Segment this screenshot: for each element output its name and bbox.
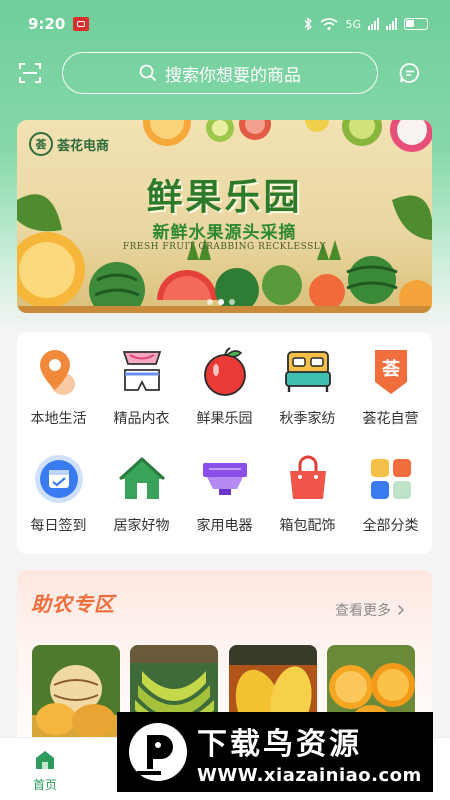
location-pin-icon: [39, 350, 75, 395]
category-label: 每日签到: [30, 518, 87, 534]
message-icon[interactable]: [398, 61, 422, 85]
see-more-label: 查看更多: [335, 603, 391, 619]
category-local-life[interactable]: 本地生活: [17, 332, 100, 432]
wifi-icon: [320, 18, 338, 31]
notification-app-icon: [73, 17, 90, 31]
banner-title: 鲜果乐园: [146, 177, 303, 218]
watermark-bird-logo: [129, 723, 187, 781]
nav-home[interactable]: 首页: [0, 738, 90, 800]
watermark-overlay: 下载鸟资源 WWW.xiazainiao.com: [117, 712, 433, 792]
signal-icon: [368, 18, 379, 30]
category-label: 荟花自营: [362, 411, 419, 427]
category-home-goods[interactable]: 居家好物: [100, 439, 183, 539]
category-label: 全部分类: [362, 518, 419, 534]
category-label: 本地生活: [30, 411, 87, 427]
search-placeholder: 搜索你想要的商品: [165, 65, 301, 86]
banner-dot: [207, 299, 213, 305]
watermark-title: 下载鸟资源: [197, 726, 362, 762]
signal-icon-secondary: [386, 18, 397, 30]
category-label: 精品内衣: [113, 411, 170, 427]
search-input[interactable]: 搜索你想要的商品: [62, 52, 378, 94]
watermark-url: WWW.xiazainiao.com: [197, 764, 422, 786]
underwear-icon: [122, 351, 161, 391]
category-bedding[interactable]: 秋季家纺: [266, 332, 349, 432]
bluetooth-icon: [304, 17, 313, 31]
status-time: 9:20: [28, 15, 66, 33]
handbag-icon: [289, 455, 326, 499]
banner-dot: [229, 299, 235, 305]
category-self-operated[interactable]: 荟 荟花自营: [349, 332, 432, 432]
category-grid: 本地生活 精品内衣 鲜果乐园 秋季家纺 荟 荟花自营 每日签到 居家好物 家用电…: [17, 332, 432, 554]
bed-icon: [284, 351, 331, 392]
category-label: 居家好物: [113, 518, 170, 534]
banner-english-tagline: FRESH FRUIT GRABBING RECKLESSLY: [122, 242, 327, 252]
category-fresh-fruit[interactable]: 鲜果乐园: [183, 332, 266, 432]
category-label: 秋季家纺: [279, 411, 336, 427]
status-bar: 9:20 5G: [0, 0, 450, 48]
category-label: 家用电器: [196, 518, 253, 534]
see-more-link[interactable]: 查看更多: [335, 600, 405, 620]
category-daily-checkin[interactable]: 每日签到: [17, 439, 100, 539]
banner-dot-active: [218, 299, 224, 305]
category-label: 箱包配饰: [279, 518, 336, 534]
section-title: 助农专区: [31, 592, 115, 616]
battery-icon: [404, 18, 428, 30]
house-icon: [118, 456, 165, 499]
grid-icon: [370, 459, 411, 499]
banner-subtitle: 新鲜水果源头采摘: [152, 223, 297, 243]
category-underwear[interactable]: 精品内衣: [100, 332, 183, 432]
category-appliances[interactable]: 家用电器: [183, 439, 266, 539]
category-all[interactable]: 全部分类: [349, 439, 432, 539]
banner-pagination: [207, 299, 235, 305]
home-icon: [36, 751, 54, 769]
chevron-right-icon: [397, 604, 405, 616]
scan-icon[interactable]: [18, 61, 42, 85]
apple-icon: [203, 347, 246, 396]
product-card[interactable]: [32, 645, 120, 745]
range-hood-icon: [202, 463, 247, 495]
category-bags[interactable]: 箱包配饰: [266, 439, 349, 539]
search-icon: [139, 64, 157, 82]
status-indicators: 5G: [303, 17, 428, 31]
brand-seal: 荟: [29, 132, 53, 156]
brand-tag-char: 荟: [381, 358, 401, 380]
nav-home-label: 首页: [32, 778, 57, 792]
category-label: 鲜果乐园: [196, 411, 253, 427]
network-type-label: 5G: [345, 17, 361, 31]
banner-brand-name: 荟花电商: [57, 138, 110, 154]
search-row: 搜索你想要的商品: [0, 52, 450, 94]
calendar-check-icon: [34, 455, 83, 503]
brand-tag-icon: 荟: [374, 350, 407, 394]
product-image-melon-pear: [32, 645, 120, 745]
banner-brand-logo: 荟 荟花电商: [29, 132, 109, 156]
promo-banner[interactable]: 荟 荟花电商 鲜果乐园 新鲜水果源头采摘 FRESH FRUIT GRABBIN…: [17, 120, 432, 313]
